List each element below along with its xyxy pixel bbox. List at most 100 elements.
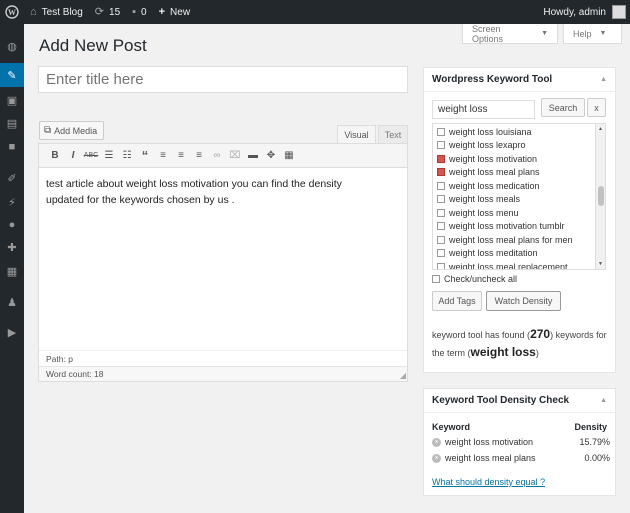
keyword-checkbox[interactable] — [437, 181, 445, 190]
resize-handle-icon[interactable]: ◢ — [400, 371, 406, 380]
density-title: Keyword Tool Density Check — [424, 389, 615, 413]
site-name-link[interactable]: ⌂ Test Blog — [24, 0, 89, 24]
keyword-checkbox[interactable] — [437, 222, 445, 231]
scrollbar[interactable]: ▲ ▼ — [595, 124, 605, 269]
keyword-clear-button[interactable]: x — [587, 98, 606, 117]
scroll-down-icon[interactable]: ▼ — [598, 261, 603, 267]
keyword-suggestion-label: weight loss menu — [449, 207, 519, 218]
wordpress-logo-icon[interactable]: W — [0, 0, 24, 24]
unlink-icon[interactable]: ⌧ — [226, 150, 244, 161]
fullscreen-icon[interactable]: ✥ — [262, 150, 280, 161]
tab-visual[interactable]: Visual — [337, 125, 376, 144]
keyword-checkbox[interactable] — [437, 235, 445, 244]
keyword-checkbox[interactable] — [437, 262, 445, 269]
check-all-toggle[interactable]: Check/uncheck all — [432, 274, 517, 284]
found-term: weight loss — [470, 345, 536, 359]
pages-icon[interactable]: ▤ — [0, 114, 24, 132]
settings-icon[interactable]: ▦ — [0, 262, 24, 280]
add-media-label: Add Media — [54, 125, 98, 136]
appearance-icon[interactable]: ✐ — [0, 169, 24, 187]
keyword-checkbox[interactable] — [437, 127, 445, 136]
posts-pin-icon[interactable]: ✎ — [0, 63, 24, 87]
keyword-checkbox[interactable] — [437, 141, 445, 150]
add-tags-button[interactable]: Add Tags — [432, 291, 482, 311]
keyword-suggestion-label: weight loss meditation — [449, 248, 538, 259]
keyword-suggestion-label: weight loss motivation tumblr — [449, 221, 565, 232]
remove-keyword-icon[interactable]: × — [432, 437, 441, 447]
chevron-down-icon: ▼ — [541, 30, 548, 37]
my-account-link[interactable]: Howdy, admin — [537, 0, 630, 24]
keyword-suggestion-item[interactable]: weight loss meal plans — [433, 166, 605, 180]
found-suffix: ) — [535, 348, 539, 358]
keyword-suggestion-item[interactable]: weight loss medication — [433, 179, 605, 193]
keyword-search-button[interactable]: Search — [541, 98, 585, 117]
keyword-suggestion-item[interactable]: weight loss motivation — [433, 152, 605, 166]
read-more-icon[interactable]: ▬ — [244, 150, 262, 161]
keyword-suggestions-list[interactable]: weight loss louisiana weight loss lexapro… — [432, 123, 606, 270]
keyword-suggestion-item[interactable]: weight loss meditation — [433, 247, 605, 261]
comments-link[interactable]: ▪ 0 — [126, 0, 152, 24]
updates-link[interactable]: ⟳ 15 — [89, 0, 126, 24]
post-editor: B I ABC ☰ ☷ “ ≡ ≡ ≡ ∞ ⌧ ▬ ✥ ▦ test artic… — [38, 143, 408, 382]
keyword-suggestion-item[interactable]: weight loss lexapro — [433, 139, 605, 153]
site-name-label: Test Blog — [41, 6, 83, 18]
editor-content[interactable]: test article about weight loss motivatio… — [39, 168, 369, 216]
scroll-up-icon[interactable]: ▲ — [598, 126, 603, 132]
keyword-suggestion-item[interactable]: weight loss meal replacement — [433, 260, 605, 269]
help-button[interactable]: Help ▼ — [563, 24, 622, 44]
updates-count: 15 — [109, 6, 121, 18]
keyword-tool-box: Wordpress Keyword Tool ▲ Search x weight… — [423, 67, 616, 373]
keyword-checkbox[interactable] — [437, 249, 445, 258]
density-col-keyword: Keyword — [432, 422, 471, 432]
users-icon[interactable]: ● — [0, 216, 24, 234]
density-value: 15.79% — [579, 437, 610, 447]
avatar — [612, 5, 626, 19]
watch-density-button[interactable]: Watch Density — [486, 291, 561, 311]
keyword-suggestion-item[interactable]: weight loss louisiana — [433, 125, 605, 139]
scrollbar-thumb[interactable] — [598, 186, 604, 206]
kitchen-sink-icon[interactable]: ▦ — [280, 150, 298, 161]
collapse-arrow-icon[interactable]: ▲ — [600, 397, 607, 404]
density-help-link[interactable]: What should density equal ? — [432, 477, 545, 487]
plugins-icon[interactable]: ⚡ — [0, 193, 24, 211]
keyword-search-input[interactable] — [432, 100, 535, 119]
align-center-icon[interactable]: ≡ — [172, 150, 190, 161]
tools-icon[interactable]: ✚ — [0, 238, 24, 256]
keyword-suggestion-item[interactable]: weight loss motivation tumblr — [433, 220, 605, 234]
new-content-link[interactable]: + New — [153, 0, 196, 24]
keyword-checkbox[interactable] — [437, 168, 445, 177]
align-left-icon[interactable]: ≡ — [154, 150, 172, 161]
add-media-button[interactable]: ⧉ Add Media — [39, 121, 105, 140]
comment-icon: ▪ — [132, 5, 137, 18]
keyword-tool-icon[interactable]: ♟ — [0, 293, 24, 311]
media-icon[interactable]: ▣ — [0, 91, 24, 109]
screen-options-button[interactable]: Screen Options ▼ — [462, 24, 558, 44]
collapse-arrow-icon[interactable]: ▲ — [600, 76, 607, 83]
italic-icon[interactable]: I — [64, 150, 82, 161]
bullet-list-icon[interactable]: ☰ — [100, 150, 118, 161]
post-title-input[interactable] — [38, 66, 408, 93]
strikethrough-icon[interactable]: ABC — [82, 152, 100, 159]
link-icon[interactable]: ∞ — [208, 150, 226, 161]
check-all-checkbox[interactable] — [432, 275, 440, 283]
align-right-icon[interactable]: ≡ — [190, 150, 208, 161]
blockquote-icon[interactable]: “ — [136, 148, 154, 163]
comments-count: 0 — [141, 6, 147, 18]
keyword-suggestion-item[interactable]: weight loss meals — [433, 193, 605, 207]
chevron-down-icon: ▼ — [599, 30, 607, 37]
keyword-checkbox[interactable] — [437, 195, 445, 204]
keyword-checkbox[interactable] — [437, 154, 445, 163]
admin-menu: ◍ ✎ ▣ ▤ ■ ✐ ⚡ ● ✚ ▦ ♟ ▶ — [0, 24, 24, 513]
collapse-menu-icon[interactable]: ▶ — [0, 323, 24, 341]
keyword-checkbox[interactable] — [437, 208, 445, 217]
remove-keyword-icon[interactable]: × — [432, 453, 441, 463]
dashboard-icon[interactable]: ◍ — [0, 37, 24, 55]
check-all-label: Check/uncheck all — [444, 274, 518, 284]
tab-text[interactable]: Text — [378, 125, 408, 144]
comments-icon[interactable]: ■ — [0, 138, 24, 156]
screen-options-label: Screen Options — [472, 23, 504, 44]
keyword-suggestion-item[interactable]: weight loss meal plans for men — [433, 233, 605, 247]
numbered-list-icon[interactable]: ☷ — [118, 150, 136, 161]
keyword-suggestion-item[interactable]: weight loss menu — [433, 206, 605, 220]
bold-icon[interactable]: B — [46, 150, 64, 161]
